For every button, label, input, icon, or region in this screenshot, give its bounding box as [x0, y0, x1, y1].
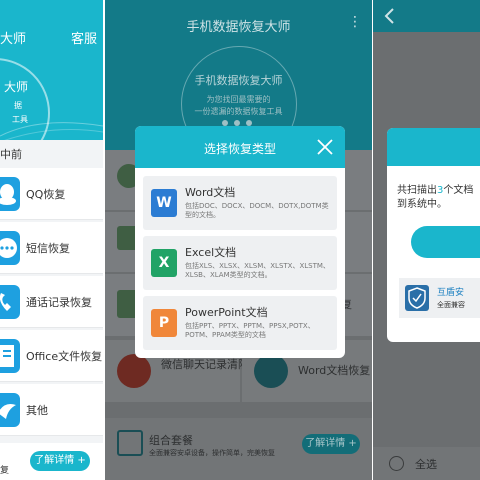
bottom-bar: 复 了解详情 + — [0, 443, 103, 480]
screen-select-type: 手机数据恢复大师 ⋮ 手机数据恢复大师 为您找回最需要的 一份遗漏的数据恢复工具… — [105, 0, 372, 480]
word-icon: W — [151, 189, 177, 217]
option-desc: 包括PPT、PPTX、PPTM、PPSX,POTX、POTM、PPAM类型的文档 — [185, 322, 315, 339]
top-bar — [373, 0, 480, 32]
menu-item-label: 短信恢复 — [26, 242, 70, 255]
hero-sub2: 一份遗漏的数据恢复工具 — [194, 107, 283, 116]
app-title: 手机数据恢复大师 — [186, 20, 291, 35]
menu-item-label: QQ恢复 — [26, 188, 66, 201]
msg-pre: 共扫描出 — [397, 185, 437, 196]
close-icon[interactable] — [315, 137, 335, 157]
screen-main-menu: 大师 客服 大师 据 工具 中前 QQ恢复 短信恢复 通话记录恢复 Office… — [0, 0, 103, 480]
option-excel[interactable]: X Excel文档 包括XLS、XLSX、XLSM、XLSTX、XLSTM、XL… — [143, 236, 337, 290]
bottom-bar: 全选 — [373, 447, 480, 480]
hero-title: 大师 — [4, 80, 29, 94]
option-desc: 包括XLS、XLSX、XLSM、XLSTX、XLSTM、XLSB、XLAM类型的… — [185, 262, 330, 279]
option-name: Word文档 — [185, 186, 236, 199]
more-details-button[interactable]: 了解详情 + — [30, 451, 90, 471]
menu-item-qq[interactable]: QQ恢复 — [0, 168, 103, 220]
menu-item-label: 通话记录恢复 — [26, 296, 92, 309]
wechat-clear-label: 微信聊天记录清除 — [161, 358, 249, 371]
word-recover-label: Word文档恢复 — [298, 364, 371, 377]
back-chevron-icon[interactable] — [383, 7, 395, 25]
option-word[interactable]: W Word文档 包括DOC、DOCX、DOCM、DOTX,DOTM类型的文档。 — [143, 176, 337, 230]
select-all-checkbox[interactable] — [389, 456, 404, 471]
select-type-dialog: 选择恢复类型 W Word文档 包括DOC、DOCX、DOCM、DOTX,DOT… — [135, 126, 345, 358]
ad-banner[interactable]: 互盾安 全面兼容 — [399, 278, 480, 318]
ad-title: 互盾安 — [437, 288, 465, 298]
msg-post: 个文档 — [443, 185, 474, 196]
dialog-header: 选择恢复类型 — [135, 126, 345, 168]
menu-item-office[interactable]: Office文件恢复 — [0, 330, 103, 382]
qq-penguin-icon — [0, 177, 20, 211]
package-title: 组合套餐 — [149, 434, 193, 447]
option-desc: 包括DOC、DOCX、DOCM、DOTX,DOTM类型的文档。 — [185, 202, 329, 219]
menu-item-other[interactable]: 其他 — [0, 384, 103, 436]
bottom-text: 复 — [0, 466, 10, 476]
menu-item-call-log[interactable]: 通话记录恢复 — [0, 276, 103, 328]
dialog-header — [387, 128, 480, 166]
confirm-button[interactable] — [411, 226, 480, 258]
sms-bubble-icon — [0, 231, 20, 265]
customer-service-button[interactable]: 客服 — [71, 28, 97, 47]
option-name: PowerPoint文档 — [185, 306, 268, 319]
package-icon — [117, 430, 143, 456]
hero-sub1: 为您找回最需要的 — [206, 95, 271, 104]
scan-result-message: 共扫描出3个文档 到系统中。 — [397, 184, 480, 212]
package-bar: 组合套餐 全面兼容安卓设备，操作简单，完美恢复 了解详情 + — [105, 418, 372, 480]
hero-title: 手机数据恢复大师 — [194, 74, 283, 87]
screen-scan-result: 共扫描出3个文档 到系统中。 互盾安 全面兼容 全选 — [373, 0, 480, 480]
word-doc-icon — [254, 354, 288, 388]
last-scan-date: 中前 — [0, 148, 22, 161]
ad-desc: 全面兼容 — [437, 301, 465, 309]
select-all-label: 全选 — [415, 458, 437, 471]
powerpoint-icon: P — [151, 309, 177, 337]
menu-item-label: 其他 — [26, 404, 48, 417]
package-details-button[interactable]: 了解详情 + — [302, 434, 360, 454]
app-title: 大师 — [0, 32, 27, 47]
main-header: 大师 客服 大师 据 工具 — [0, 0, 103, 140]
option-powerpoint[interactable]: P PowerPoint文档 包括PPT、PPTX、PPTM、PPSX,POTX… — [143, 296, 337, 350]
dialog-title: 选择恢复类型 — [203, 142, 276, 156]
trash-icon — [117, 354, 151, 388]
msg-line2: 到系统中。 — [397, 199, 447, 210]
menu-item-sms[interactable]: 短信恢复 — [0, 222, 103, 274]
option-name: Excel文档 — [185, 246, 237, 259]
scan-result-dialog: 共扫描出3个文档 到系统中。 互盾安 全面兼容 — [387, 128, 480, 342]
other-icon — [0, 393, 20, 427]
office-doc-icon — [0, 339, 20, 373]
excel-icon: X — [151, 249, 177, 277]
phone-call-icon — [0, 285, 20, 319]
menu-item-label: Office文件恢复 — [26, 350, 103, 363]
package-desc: 全面兼容安卓设备，操作简单，完美恢复 — [149, 449, 275, 457]
hero-wave — [0, 122, 103, 140]
shield-app-icon — [405, 285, 429, 311]
more-menu-icon[interactable]: ⋮ — [348, 14, 362, 30]
